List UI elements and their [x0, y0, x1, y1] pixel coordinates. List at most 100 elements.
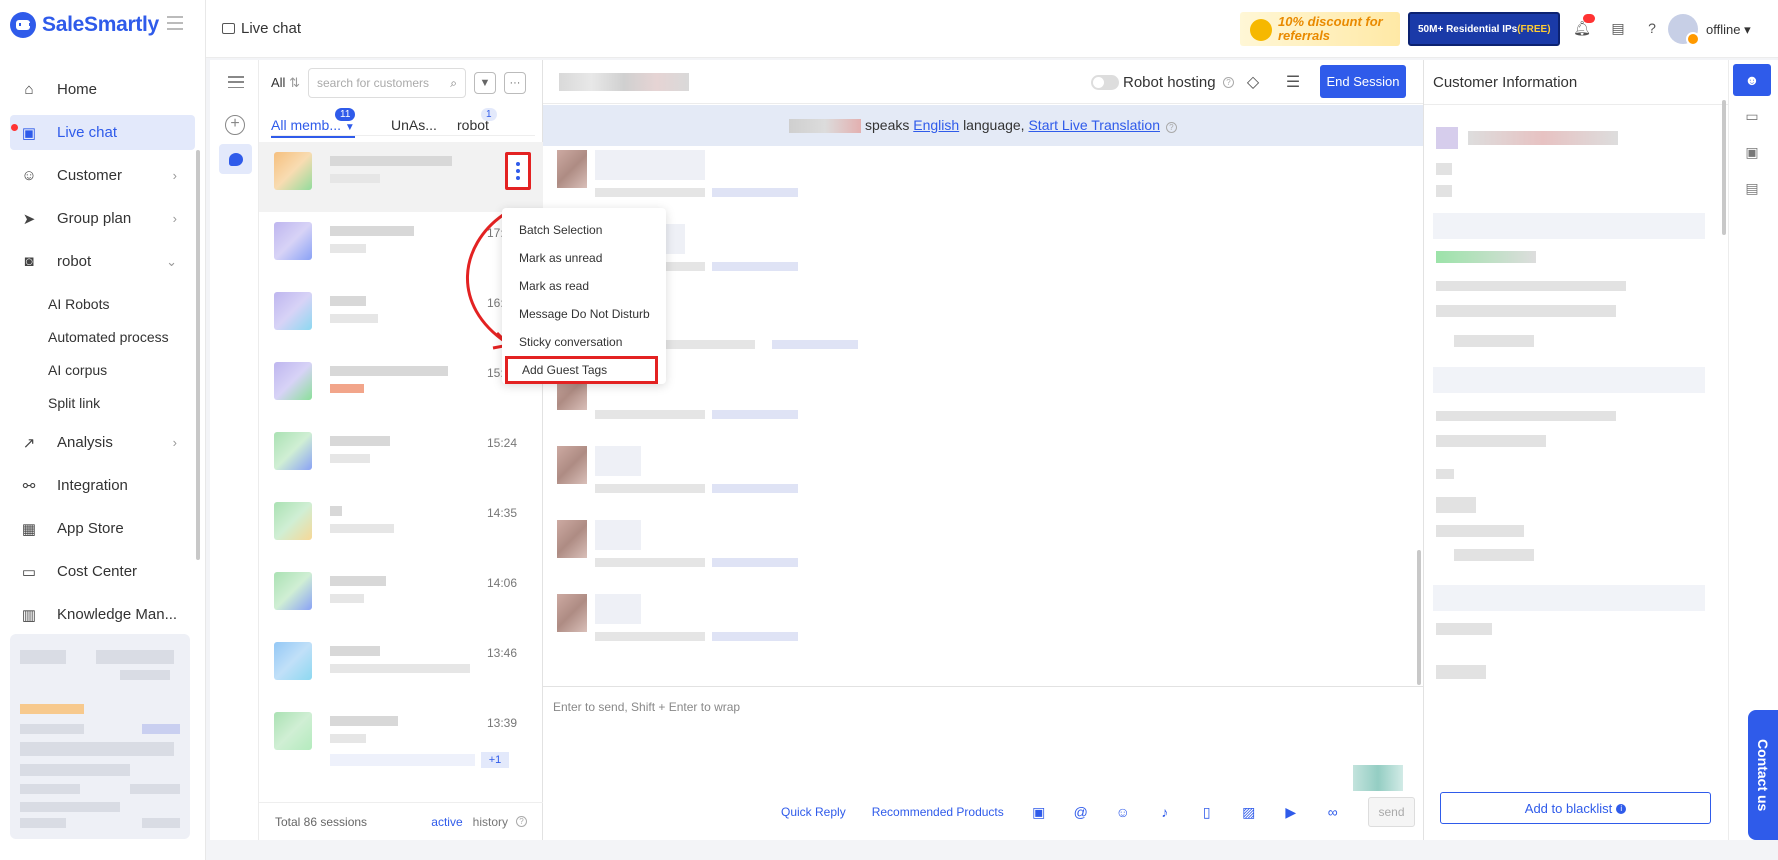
image-icon[interactable]: ▨: [1240, 803, 1258, 821]
nav-automated-process[interactable]: Automated process: [10, 320, 195, 353]
microphone-icon[interactable]: ♪: [1156, 803, 1174, 821]
session-item[interactable]: 13:46: [259, 632, 543, 702]
add-circle-icon[interactable]: +: [225, 115, 245, 135]
message-list: [543, 148, 1423, 688]
nav-customer-label: Customer: [57, 167, 123, 184]
nav-home[interactable]: ⌂ Home: [10, 72, 195, 107]
message-meta: [712, 262, 798, 271]
sidebar-scrollbar[interactable]: [196, 150, 200, 560]
residential-ip-promo-banner[interactable]: 50M+ Residential IPs(FREE): [1408, 12, 1560, 46]
language-link[interactable]: English: [913, 117, 959, 133]
collapse-sidebar-icon[interactable]: [167, 16, 183, 30]
notes-icon[interactable]: ▤: [1733, 172, 1771, 204]
help-icon[interactable]: ?: [1165, 122, 1177, 133]
nav-integration[interactable]: ⚯ Integration: [10, 468, 195, 503]
add-to-blacklist-button[interactable]: Add to blacklist i: [1440, 792, 1711, 824]
extra-tags-badge[interactable]: +1: [481, 752, 509, 768]
history-toggle[interactable]: history: [473, 815, 508, 829]
active-toggle[interactable]: active: [431, 815, 462, 829]
session-tabs: All memb... ▼ 11 UnAs... robot 1: [271, 106, 535, 138]
help-icon[interactable]: ?: [516, 816, 527, 827]
nav-customer[interactable]: ☺ Customer ›: [10, 158, 195, 193]
nav-split-link[interactable]: Split link: [10, 386, 195, 419]
user-avatar[interactable]: [1668, 14, 1700, 46]
clipboard-icon[interactable]: ▤: [1609, 19, 1627, 37]
more-options-icon[interactable]: ···: [503, 72, 526, 94]
customer-name-blurred: [1468, 131, 1618, 145]
info-blurred: [1436, 185, 1452, 197]
id-card-icon[interactable]: ▣: [1733, 136, 1771, 168]
nav-analysis[interactable]: ↗ Analysis ›: [10, 425, 195, 460]
menu-sticky-conversation[interactable]: Sticky conversation: [502, 328, 666, 356]
customer-profile-icon[interactable]: ☻: [1733, 64, 1771, 96]
unread-dot: [11, 124, 18, 131]
info-scrollbar[interactable]: [1722, 100, 1726, 235]
nav-live-chat[interactable]: ▣ Live chat: [10, 115, 195, 150]
session-name-blurred: [330, 716, 398, 726]
menu-add-guest-tags[interactable]: Add Guest Tags: [505, 356, 658, 384]
tag-icon[interactable]: ◇: [1243, 72, 1263, 92]
status-dropdown[interactable]: offline ▾: [1706, 22, 1751, 38]
nav-cost-center[interactable]: ▭ Cost Center: [10, 554, 195, 589]
contact-us-tab[interactable]: Contact us: [1748, 710, 1778, 840]
session-item[interactable]: 14:06: [259, 562, 543, 632]
logo[interactable]: SaleSmartly: [10, 12, 159, 38]
recommended-products-link[interactable]: Recommended Products: [872, 805, 1004, 819]
conversations-icon[interactable]: [219, 144, 252, 174]
menu-do-not-disturb[interactable]: Message Do Not Disturb: [502, 300, 666, 328]
menu-batch-selection[interactable]: Batch Selection: [502, 216, 666, 244]
session-preview-blurred: [330, 664, 470, 673]
link-icon[interactable]: ∞: [1324, 803, 1342, 821]
nav-robot[interactable]: ◙ robot ⌄: [10, 244, 195, 279]
file-icon[interactable]: ▯: [1198, 803, 1216, 821]
comment-icon[interactable]: ▭: [1733, 100, 1771, 132]
session-item[interactable]: 15:24: [259, 422, 543, 492]
message-input[interactable]: [553, 697, 1413, 717]
start-live-translation-link[interactable]: Start Live Translation: [1028, 117, 1160, 133]
video-icon[interactable]: ▶: [1282, 803, 1300, 821]
mention-icon[interactable]: @: [1072, 803, 1090, 821]
emoji-icon[interactable]: ☺: [1114, 803, 1132, 821]
session-avatar: [274, 502, 312, 540]
session-item[interactable]: 16:: [259, 282, 543, 352]
end-session-button[interactable]: End Session: [1320, 65, 1406, 98]
session-item[interactable]: 13:39 +1: [259, 702, 543, 772]
menu-mark-read[interactable]: Mark as read: [502, 272, 666, 300]
session-item[interactable]: [259, 142, 543, 212]
tab-unassigned[interactable]: UnAs...: [391, 117, 437, 133]
referral-promo-banner[interactable]: 10% discount for referrals: [1240, 12, 1400, 46]
send-button[interactable]: send: [1368, 797, 1415, 827]
session-time: 14:35: [487, 506, 518, 520]
nav-live-chat-label: Live chat: [57, 124, 118, 141]
nav-ai-robots[interactable]: AI Robots: [10, 287, 195, 320]
filter-all-label: All: [271, 75, 286, 90]
session-more-options-icon[interactable]: [505, 152, 531, 190]
customer-search-input[interactable]: search for customers ⌕: [307, 68, 466, 98]
bell-icon[interactable]: 🔔︎: [1573, 14, 1595, 37]
robot-hosting-toggle[interactable]: [1091, 75, 1119, 90]
menu-icon[interactable]: [228, 76, 244, 88]
session-context-menu: Batch Selection Mark as unread Mark as r…: [502, 208, 666, 384]
info-blurred: [1436, 525, 1524, 537]
search-history-icon[interactable]: ☰: [1283, 72, 1303, 92]
chat-panel-rail: +: [210, 60, 259, 840]
nav-app-store[interactable]: ▦ App Store: [10, 511, 195, 546]
chevron-down-icon: ⌄: [166, 253, 177, 269]
nav-group-plan[interactable]: ➤ Group plan ›: [10, 201, 195, 236]
session-item[interactable]: 17:: [259, 212, 543, 282]
contact-card-icon[interactable]: ▣: [1030, 803, 1048, 821]
help-icon[interactable]: ?: [1643, 19, 1661, 37]
quick-reply-link[interactable]: Quick Reply: [781, 805, 846, 819]
nav-ai-corpus[interactable]: AI corpus: [10, 353, 195, 386]
top-bar: Live chat 10% discount for referrals 50M…: [206, 0, 1778, 58]
help-icon[interactable]: ?: [1223, 77, 1234, 88]
session-item[interactable]: 14:35: [259, 492, 543, 562]
chat-scrollbar[interactable]: [1417, 550, 1421, 685]
session-item[interactable]: 15:45: [259, 352, 543, 422]
info-blurred: [1436, 411, 1616, 421]
nav-knowledge[interactable]: ▥ Knowledge Man...: [10, 597, 195, 632]
nav-cost-center-label: Cost Center: [57, 563, 138, 580]
menu-mark-unread[interactable]: Mark as unread: [502, 244, 666, 272]
filter-all-dropdown[interactable]: All ⇅: [271, 75, 300, 91]
filter-icon[interactable]: ▼: [473, 72, 496, 94]
